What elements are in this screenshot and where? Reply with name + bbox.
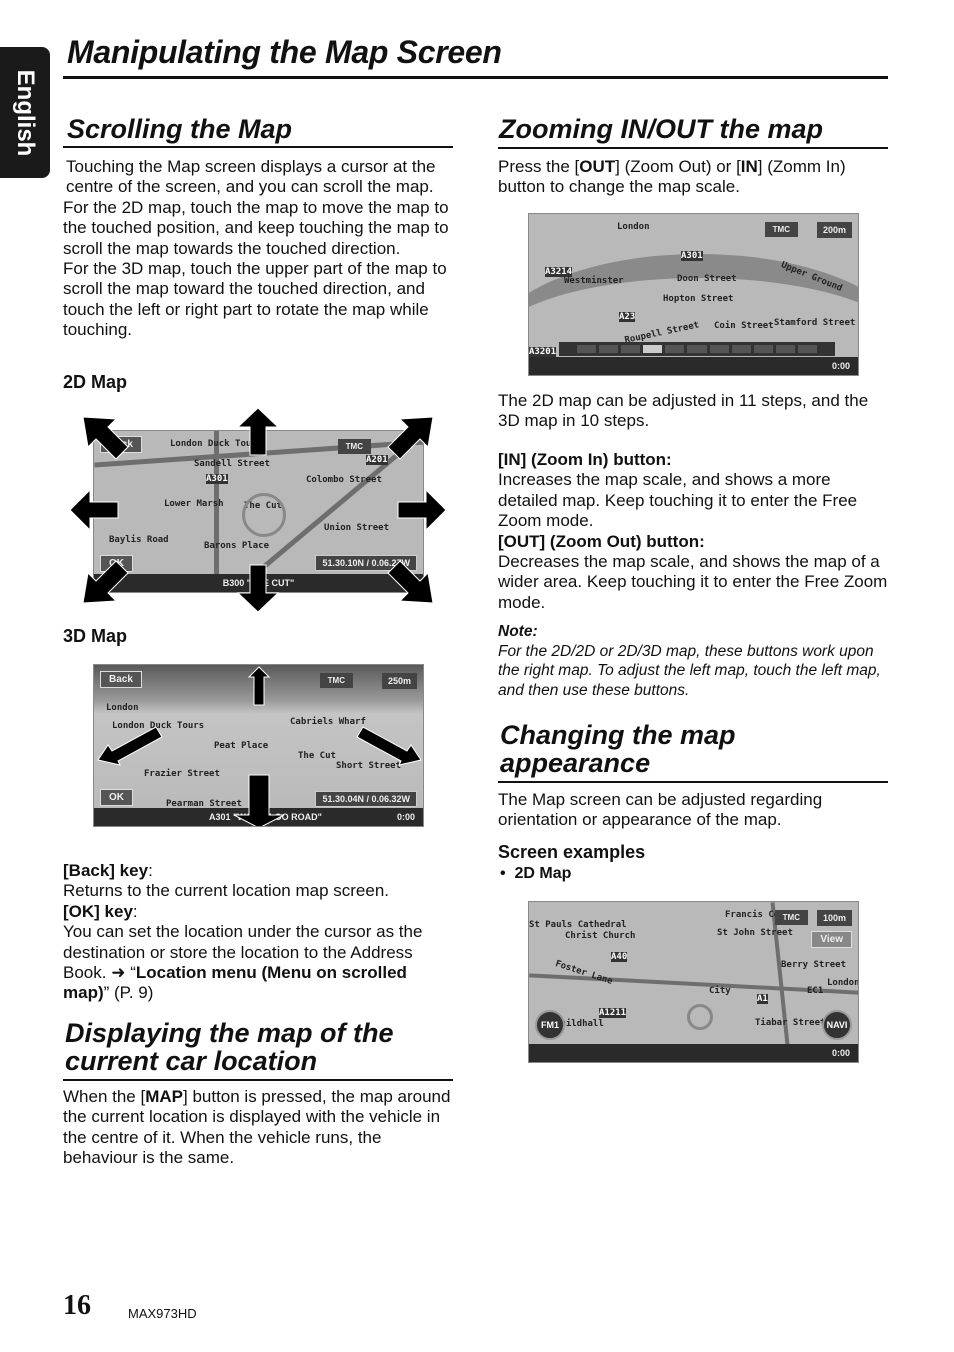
tmc-indicator-zoom: TMC xyxy=(764,222,798,237)
note-label: Note: xyxy=(498,623,538,640)
appearance-heading: Changing the map appearance xyxy=(500,720,736,778)
scrolling-para-2: For the 2D map, touch the map to move th… xyxy=(63,197,449,258)
zoom-out-text: Decreases the map scale, and shows the m… xyxy=(498,552,888,612)
scrolling-heading: Scrolling the Map xyxy=(67,114,293,144)
arrow-down-icon xyxy=(233,774,285,826)
arrow-down-icon xyxy=(236,564,280,613)
page-title: Manipulating the Map Screen xyxy=(67,34,502,70)
ok-key-label: [OK] key xyxy=(63,901,133,921)
language-tab: English xyxy=(0,47,50,178)
map3d-label: 3D Map xyxy=(63,626,128,646)
back-key-label: [Back] key xyxy=(63,861,149,880)
tmc-indicator-appearance: TMC xyxy=(774,910,808,925)
back-key-text: Returns to the current location map scre… xyxy=(63,881,389,901)
vehicle-position-icon xyxy=(687,1004,713,1030)
arrow-down-right-icon xyxy=(387,560,434,604)
arrow-up-left-icon xyxy=(82,416,129,460)
rotate-arrows xyxy=(97,666,422,826)
zoom-step[interactable] xyxy=(687,345,707,353)
map-zoom-screenshot: London A3214 Westminster A301 Doon Stree… xyxy=(528,213,859,376)
map-3d-screenshot: London London Duck Tours Cabriels Wharf … xyxy=(93,664,424,827)
zoom-steps-text: The 2D map can be adjusted in 11 steps, … xyxy=(498,391,869,431)
zoom-step[interactable] xyxy=(797,345,818,353)
bullet-2d-map: • 2D Map xyxy=(500,865,572,882)
zooming-rule xyxy=(498,147,888,149)
scrolling-para-3: For the 3D map, touch the upper part of … xyxy=(63,259,447,340)
reference-arrow-icon: ➜ xyxy=(111,963,126,983)
zoom-level-bar[interactable] xyxy=(559,342,835,356)
title-rule xyxy=(63,76,888,79)
zooming-heading: Zooming IN/OUT the map xyxy=(499,114,823,144)
zoom-step[interactable] xyxy=(709,345,729,353)
zoom-step[interactable] xyxy=(753,345,773,353)
scrolling-para-1: Touching the Map screen displays a curso… xyxy=(66,157,436,197)
appearance-text: The Map screen can be adjusted regarding… xyxy=(498,790,823,830)
zoom-out-label: [OUT] (Zoom Out) button: xyxy=(498,531,705,551)
clock-zoom: 0:00 xyxy=(831,361,850,371)
view-button[interactable]: View xyxy=(811,931,852,948)
clock-appearance: 0:00 xyxy=(831,1048,850,1058)
zoom-step[interactable] xyxy=(775,345,795,353)
arrow-up-right-icon xyxy=(387,416,434,460)
arrow-up-icon xyxy=(236,407,280,456)
arrow-rotate-left-icon xyxy=(97,726,163,766)
fm1-button[interactable]: FM1 xyxy=(535,1010,565,1040)
arrow-rotate-right-icon xyxy=(356,726,422,766)
zoom-step[interactable] xyxy=(621,345,641,353)
displaying-heading: Displaying the map of the current car lo… xyxy=(65,1018,394,1076)
zooming-intro: Press the [OUT] (Zoom Out) or [IN] (Zomm… xyxy=(498,157,846,197)
scrolling-rule xyxy=(63,146,453,148)
page-number: 16 xyxy=(63,1290,91,1321)
reference-page: (P. 9) xyxy=(114,983,154,1003)
scale-indicator-appearance: 100m xyxy=(816,910,852,926)
manual-page: English Manipulating the Map Screen Scro… xyxy=(0,0,954,1352)
arrow-down-left-icon xyxy=(82,560,129,604)
zoom-step[interactable] xyxy=(731,345,751,353)
note-text: For the 2D/2D or 2D/3D map, these button… xyxy=(498,642,881,699)
zoom-step[interactable] xyxy=(665,345,685,353)
arrow-left-icon xyxy=(69,488,119,532)
map-appearance-screenshot: St Pauls Cathedral Christ Church A40 Fos… xyxy=(528,901,859,1063)
arrow-up-icon xyxy=(247,666,271,706)
zoom-step[interactable] xyxy=(577,345,597,353)
zoom-in-text: Increases the map scale, and shows a mor… xyxy=(498,470,858,531)
navi-button[interactable]: NAVI xyxy=(822,1010,852,1040)
scale-indicator-zoom: 200m xyxy=(816,222,852,238)
zoom-in-label: [IN] (Zoom In) button: xyxy=(498,450,672,469)
appearance-rule xyxy=(498,781,888,783)
zoom-step[interactable] xyxy=(599,345,619,353)
displaying-rule xyxy=(63,1079,453,1081)
map2d-label: 2D Map xyxy=(63,372,128,392)
displaying-text: When the [MAP] button is pressed, the ma… xyxy=(63,1087,451,1168)
zoom-step-active[interactable] xyxy=(643,345,663,353)
scroll-direction-arrows xyxy=(69,407,447,613)
arrow-right-icon xyxy=(397,488,447,532)
model-number: MAX973HD xyxy=(128,1306,197,1321)
language-tab-label: English xyxy=(12,69,39,156)
screen-examples-label: Screen examples xyxy=(498,842,646,862)
